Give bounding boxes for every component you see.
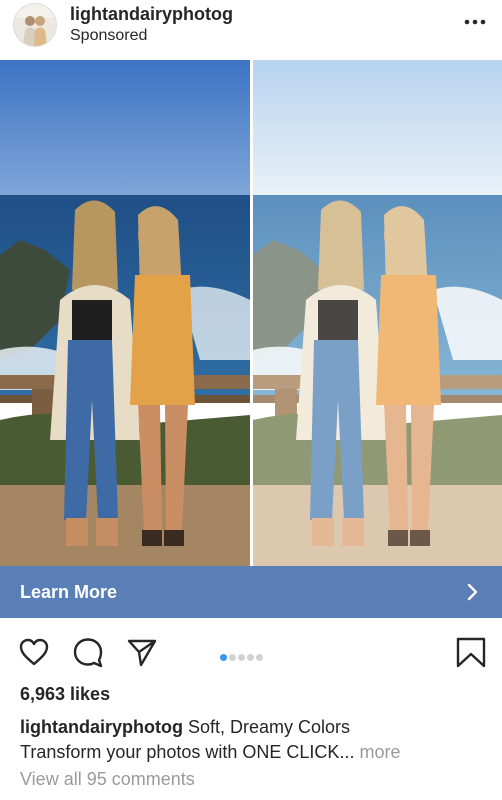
- chevron-right-icon: [462, 582, 482, 602]
- likes-count[interactable]: 6,963 likes: [20, 684, 110, 705]
- heart-icon: [19, 638, 49, 666]
- post-image[interactable]: [0, 60, 502, 566]
- post-header: lightandairyphotog Sponsored: [0, 0, 502, 58]
- like-button[interactable]: [18, 636, 50, 668]
- carousel-dot: [229, 654, 236, 661]
- learn-more-button[interactable]: Learn More: [0, 566, 502, 618]
- before-photo: [0, 60, 250, 566]
- carousel-indicator: [220, 648, 290, 661]
- save-button[interactable]: [455, 636, 487, 668]
- ellipsis-icon: [464, 19, 486, 25]
- carousel-dot: [220, 654, 227, 661]
- action-bar: [0, 628, 502, 674]
- caption-username[interactable]: lightandairyphotog: [20, 717, 183, 737]
- more-options-button[interactable]: [460, 10, 490, 34]
- after-photo: [253, 60, 502, 566]
- learn-more-label: Learn More: [20, 582, 118, 602]
- send-icon: [127, 639, 157, 667]
- post-username[interactable]: lightandairyphotog: [70, 4, 233, 25]
- caption-text-line2: Transform your photos with ONE CLICK...: [20, 742, 355, 762]
- caption-more-link[interactable]: more: [359, 742, 400, 762]
- carousel-dot: [238, 654, 245, 661]
- carousel-dot: [247, 654, 254, 661]
- carousel-dot: [256, 654, 263, 661]
- avatar[interactable]: [13, 3, 57, 47]
- caption-text-line1: Soft, Dreamy Colors: [188, 717, 351, 737]
- comment-icon: [73, 638, 103, 668]
- share-button[interactable]: [126, 636, 158, 668]
- sponsored-label: Sponsored: [70, 27, 148, 44]
- caption: lightandairyphotog Soft, Dreamy Colors T…: [20, 715, 490, 765]
- comment-button[interactable]: [72, 636, 104, 668]
- bookmark-icon: [456, 637, 486, 668]
- view-comments-link[interactable]: View all 95 comments: [20, 769, 195, 790]
